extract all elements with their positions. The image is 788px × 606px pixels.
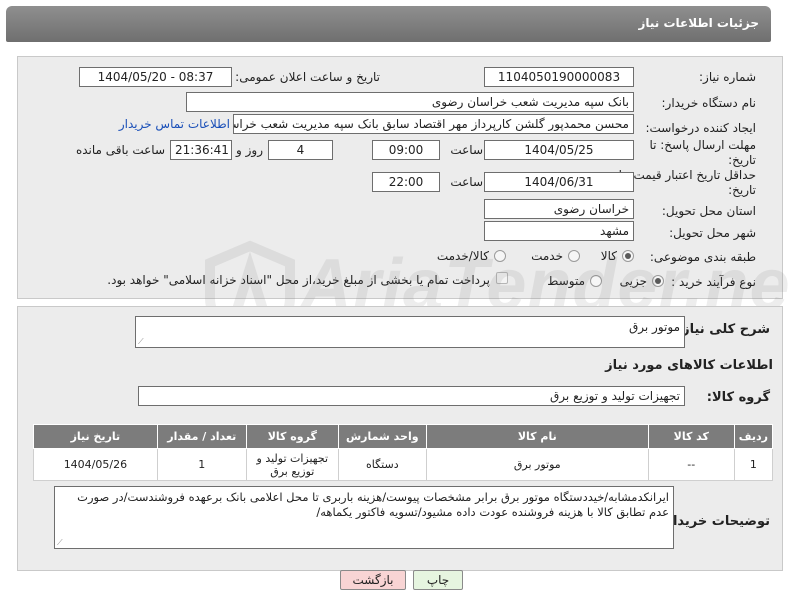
category-radio-goods[interactable] xyxy=(622,250,634,262)
print-button[interactable]: چاپ xyxy=(413,570,463,590)
cell-code: -- xyxy=(647,448,735,481)
announce-date-field: 1404/05/20 - 08:37 xyxy=(79,67,232,87)
cell-name: موتور برق xyxy=(425,448,649,481)
need-number-field: 1104050190000083 xyxy=(484,67,634,87)
city-label: شهر محل تحویل: xyxy=(669,226,756,240)
col-unit-header: واحد شمارش xyxy=(337,424,427,449)
description-field: موتور برق xyxy=(135,316,685,348)
requester-label: ایجاد کننده درخواست: xyxy=(645,121,756,135)
process-radio-partial[interactable] xyxy=(652,275,664,287)
process-label: نوع فرآیند خرید : xyxy=(671,275,756,289)
remaining-time-field: 21:36:41 xyxy=(170,140,232,160)
deadline-date-field: 1404/05/25 xyxy=(484,140,634,160)
days-label: روز و xyxy=(236,143,263,157)
description-label: شرح کلی نیاز: xyxy=(676,322,770,337)
province-field: خراسان رضوی xyxy=(484,199,634,219)
announce-date-label: تاریخ و ساعت اعلان عمومی: xyxy=(235,70,380,84)
category-option-goods: کالا xyxy=(600,249,617,263)
process-option-medium: متوسط xyxy=(547,274,585,288)
deadline-label: مهلت ارسال پاسخ: تا تاریخ: xyxy=(649,138,756,167)
category-option-goods-service: کالا/خدمت xyxy=(436,249,489,263)
table-row: 1 -- موتور برق دستگاه تجهیزات تولید و تو… xyxy=(33,448,774,481)
buyer-org-field: بانک سپه مدیریت شعب خراسان رضوی xyxy=(186,92,634,112)
price-validity-time-label: ساعت xyxy=(450,175,483,189)
buyer-contact-link[interactable]: اطلاعات تماس خریدار xyxy=(119,117,230,131)
cell-group: تجهیزات تولید و توزیع برق xyxy=(245,448,339,481)
category-radio-service[interactable] xyxy=(568,250,580,262)
price-validity-time-field: 22:00 xyxy=(372,172,440,192)
page-header: جزئیات اطلاعات نیاز xyxy=(6,6,771,42)
notes-resize-handle[interactable]: ⟋ xyxy=(57,539,65,547)
price-validity-date-field: 1404/06/31 xyxy=(484,172,634,192)
category-option-service: خدمت xyxy=(531,249,563,263)
cell-date: 1404/05/26 xyxy=(33,448,158,481)
deadline-time-label: ساعت xyxy=(450,143,483,157)
city-field: مشهد xyxy=(484,221,634,241)
goods-table: ردیف کد کالا نام کالا واحد شمارش گروه کا… xyxy=(33,424,774,481)
need-number-label: شماره نیاز: xyxy=(699,70,756,84)
col-code-header: کد کالا xyxy=(647,424,735,449)
category-radio-goods-service[interactable] xyxy=(494,250,506,262)
cell-quantity: 1 xyxy=(156,448,247,481)
province-label: استان محل تحویل: xyxy=(661,204,756,218)
category-label: طبقه بندی موضوعی: xyxy=(649,250,756,264)
description-text: موتور برق xyxy=(628,320,680,334)
treasury-payment-checkbox[interactable] xyxy=(496,272,508,284)
buyer-notes-text: ایرانکدمشابه/خیددستگاه موتور برق برابر م… xyxy=(77,490,669,519)
requester-field: محسن محمدپور گلشن کارپرداز مهر اقتصاد سا… xyxy=(233,114,634,134)
col-row-header: ردیف xyxy=(733,424,774,449)
col-date-header: تاریخ نیاز xyxy=(33,424,158,449)
page-title: جزئیات اطلاعات نیاز xyxy=(638,16,759,30)
price-validity-label: حداقل تاریخ اعتبار قیمت: تا تاریخ: xyxy=(618,168,756,197)
remaining-time-label: ساعت باقی مانده xyxy=(75,143,165,157)
buyer-org-label: نام دستگاه خریدار: xyxy=(661,96,757,110)
cell-unit: دستگاه xyxy=(337,448,427,481)
deadline-time-field: 09:00 xyxy=(372,140,440,160)
description-resize-handle[interactable]: ⟋ xyxy=(138,338,146,346)
process-option-partial: جزیی xyxy=(619,274,647,288)
back-button[interactable]: بازگشت xyxy=(340,570,406,590)
cell-row: 1 xyxy=(733,448,774,481)
goods-group-field: تجهیزات تولید و توزیع برق xyxy=(138,386,685,406)
goods-group-label: گروه کالا: xyxy=(706,390,770,405)
col-group-header: گروه کالا xyxy=(245,424,339,449)
goods-info-title: اطلاعات کالاهای مورد نیاز xyxy=(605,358,773,373)
days-remaining-field: 4 xyxy=(268,140,333,160)
col-quantity-header: تعداد / مقدار xyxy=(156,424,247,449)
goods-table-header-row: ردیف کد کالا نام کالا واحد شمارش گروه کا… xyxy=(33,424,774,449)
col-name-header: نام کالا xyxy=(425,424,649,449)
treasury-payment-note: پرداخت تمام یا بخشی از مبلغ خرید،از محل … xyxy=(107,273,490,287)
buyer-notes-label: توضیحات خریدار: xyxy=(660,514,770,529)
buyer-notes-field: ایرانکدمشابه/خیددستگاه موتور برق برابر م… xyxy=(54,486,674,549)
process-radio-medium[interactable] xyxy=(590,275,602,287)
